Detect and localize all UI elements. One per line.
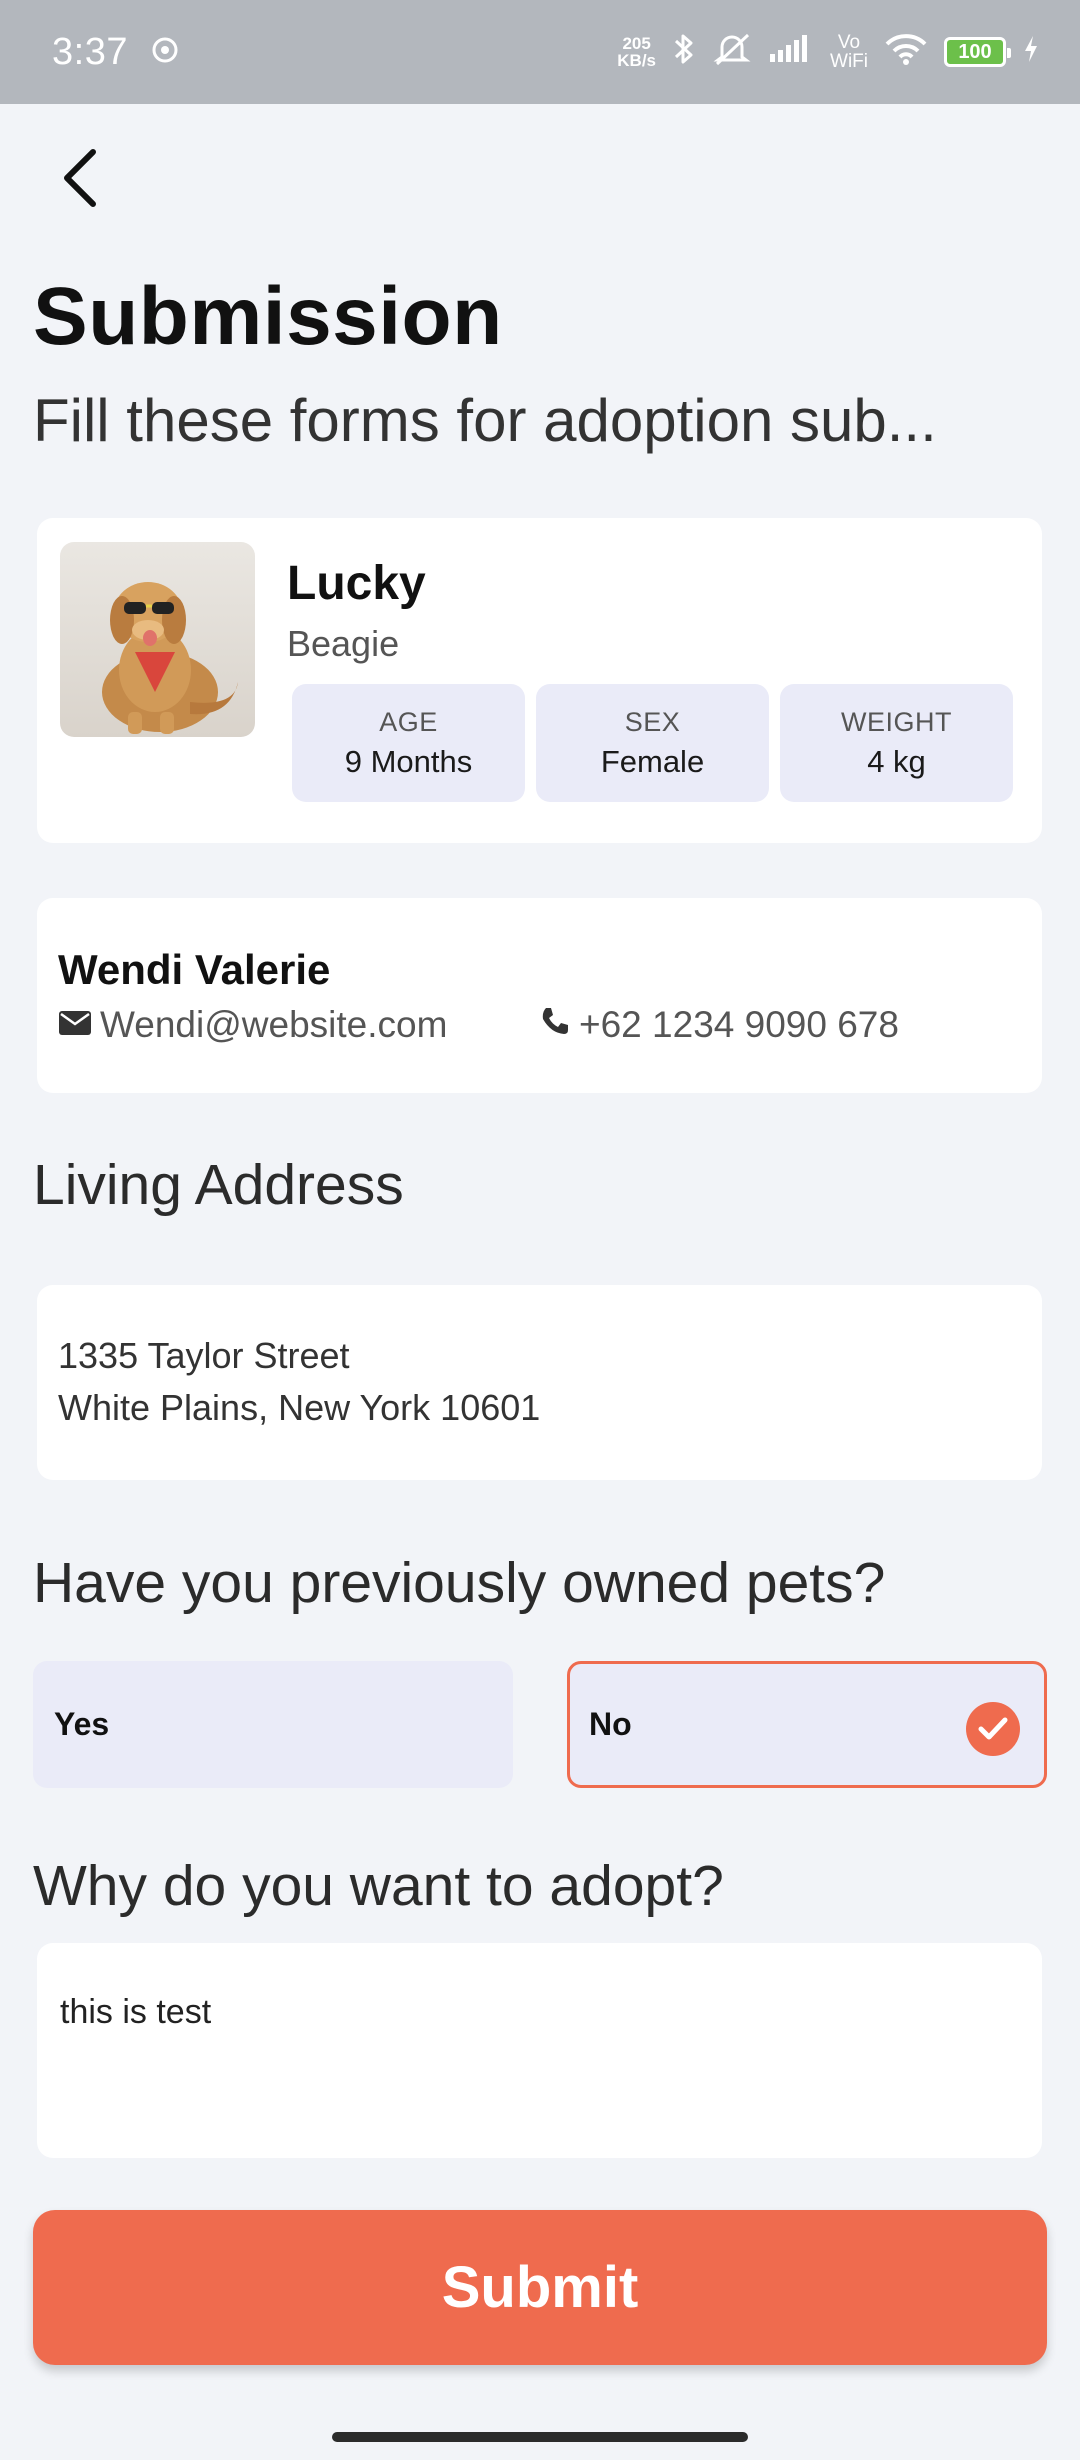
option-no-label: No [589,1706,632,1742]
owner-name: Wendi Valerie [58,946,331,993]
signal-icon [768,34,814,71]
net-speed: 205 KB/s [617,35,656,69]
status-left: 3:37 [52,31,180,74]
pet-breed: Beagie [287,623,400,664]
status-time: 3:37 [52,30,128,73]
stat-value: Female [600,743,705,779]
phone-icon [539,1004,571,1046]
status-bar: 3:37 205 KB/s Vo WiFi 100 [0,0,1080,104]
vowifi-indicator: Vo WiFi [830,33,868,71]
stat-value: 4 kg [867,743,926,779]
option-no[interactable]: No [567,1661,1047,1788]
reason-value: this is test [60,1993,212,2031]
owner-email: Wendi@website.com [100,1004,448,1045]
owner-phone-row: +62 1234 9090 678 [539,1004,899,1046]
reason-question: Why do you want to adopt? [33,1854,724,1918]
home-indicator[interactable] [332,2432,748,2442]
notification-dot-icon [150,35,180,70]
owner-phone: +62 1234 9090 678 [579,1004,899,1045]
charging-icon [1022,34,1040,71]
pet-card: Lucky Beagie AGE 9 Months SEX Female WEI… [37,518,1042,843]
page-title: Submission [33,271,503,362]
vowifi-bottom: WiFi [830,51,868,72]
address-line-1: 1335 Taylor Street [58,1335,350,1376]
pet-photo [60,542,255,737]
bluetooth-icon [672,31,696,74]
mute-icon [712,31,752,74]
address-field[interactable]: 1335 Taylor Street White Plains, New Yor… [37,1285,1042,1480]
stat-label: WEIGHT [841,706,952,737]
previous-pets-question: Have you previously owned pets? [33,1551,886,1615]
status-icons: 205 KB/s Vo WiFi 100 [617,31,1040,74]
back-button[interactable] [44,140,114,220]
chevron-left-icon [57,146,101,215]
vowifi-top: Vo [837,32,861,53]
owner-card: Wendi Valerie Wendi@website.com +62 1234… [37,898,1042,1093]
page-subtitle: Fill these forms for adoption sub... [33,387,937,454]
stat-sex: SEX Female [536,684,769,802]
pet-name: Lucky [287,557,426,610]
stat-value: 9 Months [344,743,473,779]
battery-icon: 100 [944,37,1011,67]
stat-age: AGE 9 Months [292,684,525,802]
address-heading: Living Address [33,1153,404,1217]
reason-textarea[interactable]: this is test [37,1943,1042,2158]
net-speed-unit: KB/s [617,51,657,70]
address-line-2: White Plains, New York 10601 [58,1387,541,1428]
option-yes[interactable]: Yes [33,1661,513,1788]
wifi-icon [884,32,928,73]
check-icon [966,1702,1020,1756]
stat-label: SEX [624,706,681,737]
submit-button[interactable]: Submit [33,2210,1047,2365]
email-icon [58,1004,92,1046]
owner-email-row: Wendi@website.com [58,1004,447,1046]
stat-label: AGE [379,706,438,737]
stat-weight: WEIGHT 4 kg [780,684,1013,802]
net-speed-value: 205 [622,34,651,53]
option-yes-label: Yes [54,1706,110,1742]
